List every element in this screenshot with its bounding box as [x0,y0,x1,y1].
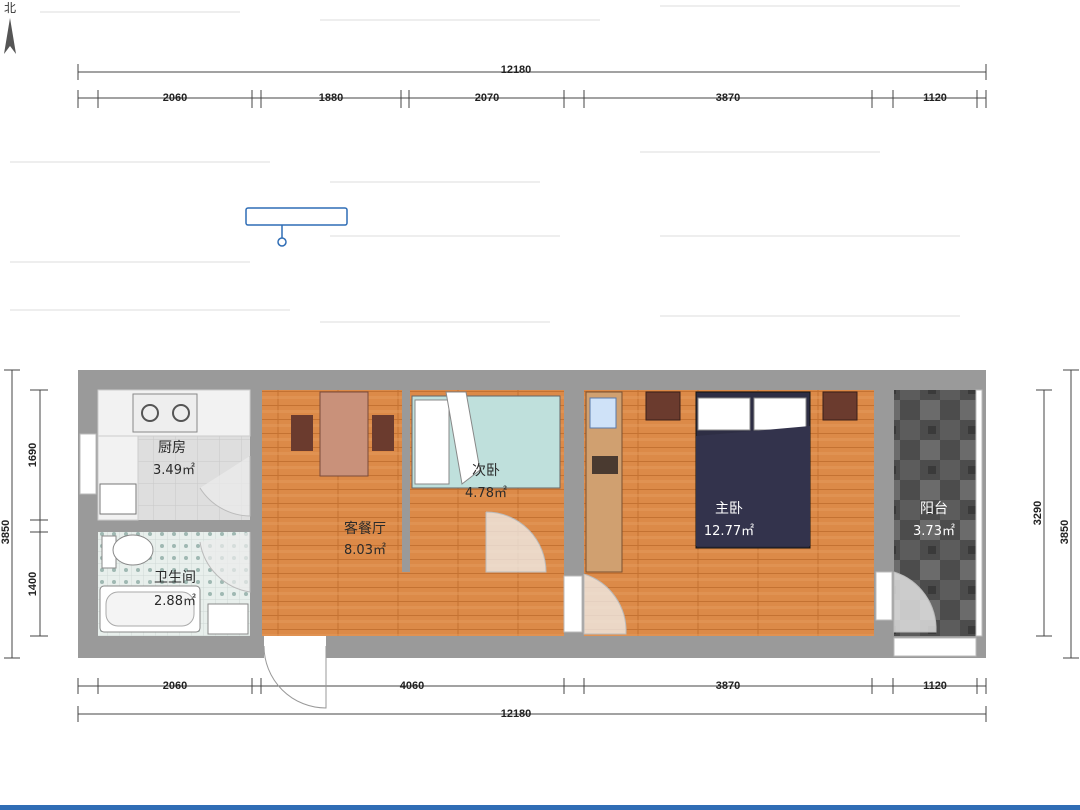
right-total-dimension: 3850 [1059,520,1071,544]
bottom-dimension-1: 2060 [163,680,187,692]
balcony-window [975,389,983,637]
nightstand-left-icon [645,391,681,421]
corridor-floor [402,572,564,636]
nightstand-right-icon [822,391,858,421]
kitchen-sink-icon [99,483,137,515]
top-dimension-2: 1880 [319,92,343,104]
living-room-area: 8.03㎡ [344,543,386,558]
bathtub-icon [99,585,201,633]
top-total-dimension: 12180 [501,64,532,76]
bottom-dimensions [77,678,987,722]
bottom-total-dimension: 12180 [501,708,532,720]
top-dimension-4: 3870 [716,92,740,104]
top-dimensions [77,64,987,108]
window-1 [79,433,97,495]
stove-icon [132,393,198,433]
bathroom-label: 卫生间 [154,570,196,586]
left-dimensions [4,369,48,659]
second-bedroom-label: 次卧 [472,463,500,479]
top-dimension-5: 1120 [923,92,947,104]
bottom-dimension-2: 4060 [400,680,424,692]
balcony-label: 阳台 [920,501,948,517]
bottom-bar [0,805,1080,810]
bottom-dimension-4: 1120 [923,680,947,692]
master-bedroom-area: 12.77㎡ [704,524,754,539]
background-watermark [10,5,960,323]
window-3 [875,571,893,621]
top-dimension-3: 2070 [475,92,499,104]
bathroom-area: 2.88㎡ [154,594,196,609]
floor-plan: 北 12180 2060 1880 2070 3870 1120 2060 40… [0,1,1079,722]
kitchen-label: 厨房 [158,440,186,456]
desk-icon [585,391,623,573]
top-dimension-1: 2060 [163,92,187,104]
right-dimension-1: 3290 [1032,501,1044,525]
selection-marker[interactable] [245,207,348,247]
window-4 [893,637,977,657]
master-bedroom-label: 主卧 [715,501,743,517]
living-room-label: 客餐厅 [344,520,386,537]
second-bedroom-area: 4.78㎡ [465,486,507,501]
bottom-dimension-3: 3870 [716,680,740,692]
left-total-dimension: 3850 [0,520,12,544]
compass-label: 北 [4,1,16,15]
kitchen-area: 3.49㎡ [153,463,195,478]
balcony-area: 3.73㎡ [913,524,955,539]
window-2 [563,575,583,633]
entrance-door [263,636,327,709]
left-dimension-2: 1400 [27,572,39,596]
compass-icon: 北 [4,1,16,54]
left-dimension-1: 1690 [27,443,39,467]
bathroom-sink-icon [207,603,249,635]
